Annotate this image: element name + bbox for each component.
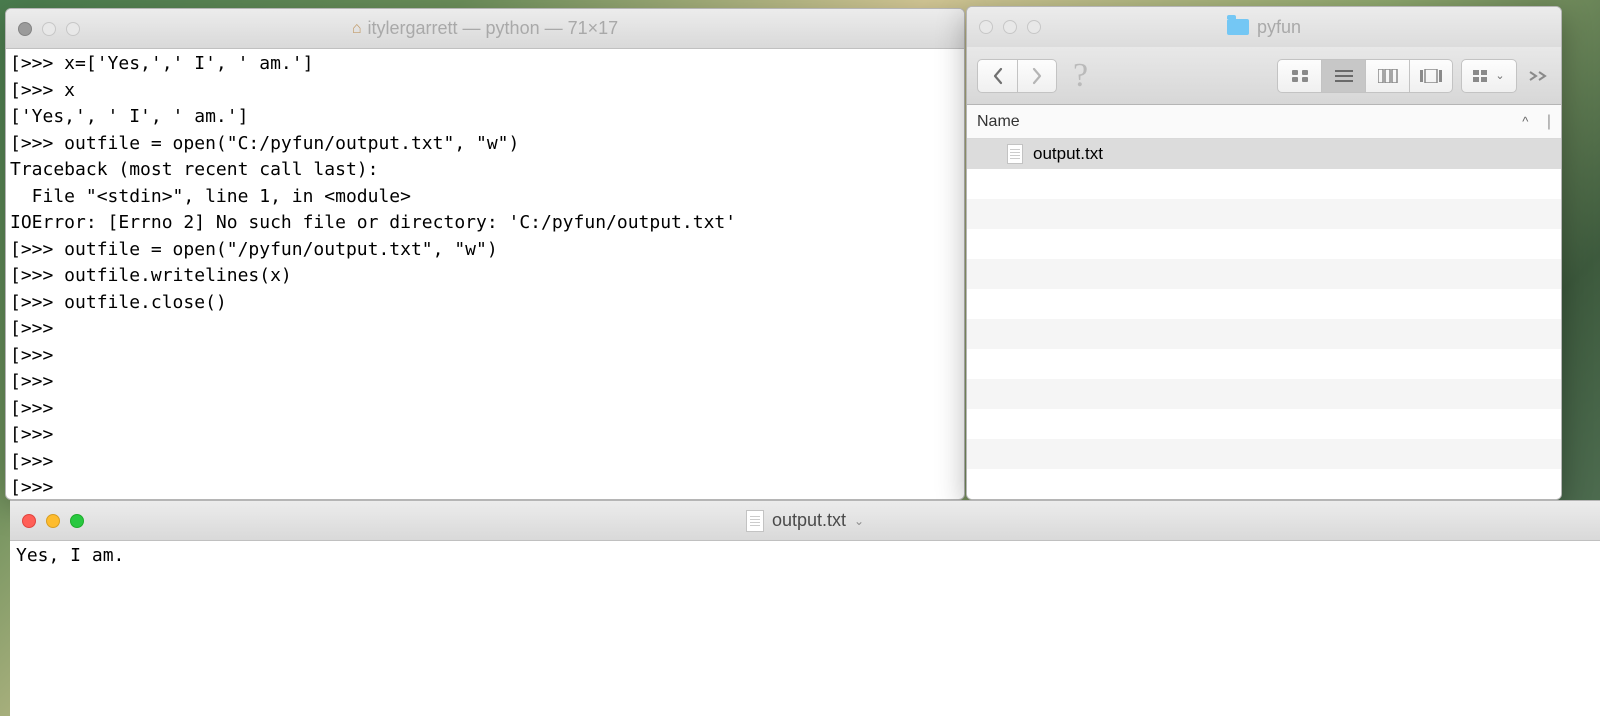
empty-row <box>967 199 1561 229</box>
traffic-lights <box>22 514 84 528</box>
document-icon <box>746 510 764 532</box>
sort-indicator: ^ | <box>1522 113 1551 131</box>
finder-title-text: pyfun <box>1257 17 1301 38</box>
empty-row <box>967 289 1561 319</box>
terminal-window: ⌂ itylergarrett — python — 71×17 [>>> x=… <box>5 8 965 500</box>
empty-row <box>967 409 1561 439</box>
traffic-lights <box>979 20 1041 34</box>
document-icon <box>1007 144 1023 164</box>
minimize-button[interactable] <box>42 22 56 36</box>
textedit-content: Yes, I am. <box>16 545 124 566</box>
zoom-button[interactable] <box>1027 20 1041 34</box>
close-button[interactable] <box>979 20 993 34</box>
nav-group <box>977 59 1057 93</box>
terminal-body[interactable]: [>>> x=['Yes,',' I', ' am.'] [>>> x ['Ye… <box>6 49 964 499</box>
textedit-body[interactable]: Yes, I am. <box>10 541 1600 716</box>
minimize-button[interactable] <box>46 514 60 528</box>
name-column-label: Name <box>977 113 1020 131</box>
empty-row <box>967 229 1561 259</box>
zoom-button[interactable] <box>66 22 80 36</box>
zoom-button[interactable] <box>70 514 84 528</box>
finder-toolbar: ? ⌄ <box>967 47 1561 105</box>
empty-row <box>967 379 1561 409</box>
list-view-button[interactable] <box>1321 59 1365 93</box>
traffic-lights <box>18 22 80 36</box>
folder-icon <box>1227 19 1249 35</box>
view-mode-group <box>1277 59 1453 93</box>
icon-view-button[interactable] <box>1277 59 1321 93</box>
terminal-title-text: itylergarrett — python — 71×17 <box>368 18 619 39</box>
forward-button[interactable] <box>1017 59 1057 93</box>
textedit-window: output.txt ⌄ Yes, I am. <box>10 500 1600 716</box>
finder-titlebar[interactable]: pyfun <box>967 7 1561 47</box>
column-view-button[interactable] <box>1365 59 1409 93</box>
back-button[interactable] <box>977 59 1017 93</box>
textedit-title: output.txt ⌄ <box>10 510 1600 532</box>
close-button[interactable] <box>18 22 32 36</box>
file-name: output.txt <box>1033 144 1103 164</box>
minimize-button[interactable] <box>1003 20 1017 34</box>
empty-row <box>967 169 1561 199</box>
textedit-titlebar[interactable]: output.txt ⌄ <box>10 501 1600 541</box>
finder-title: pyfun <box>967 17 1561 38</box>
arrange-button[interactable]: ⌄ <box>1461 59 1517 93</box>
terminal-title: ⌂ itylergarrett — python — 71×17 <box>6 18 964 39</box>
empty-row <box>967 349 1561 379</box>
finder-file-list[interactable]: output.txt <box>967 139 1561 499</box>
help-icon[interactable]: ? <box>1073 57 1088 95</box>
empty-row <box>967 259 1561 289</box>
finder-window: pyfun ? <box>966 6 1562 500</box>
terminal-titlebar[interactable]: ⌂ itylergarrett — python — 71×17 <box>6 9 964 49</box>
gallery-view-button[interactable] <box>1409 59 1453 93</box>
more-button[interactable] <box>1525 59 1551 93</box>
empty-row <box>967 439 1561 469</box>
chevron-down-icon[interactable]: ⌄ <box>854 514 864 528</box>
home-icon: ⌂ <box>352 20 362 38</box>
textedit-title-text: output.txt <box>772 510 846 531</box>
close-button[interactable] <box>22 514 36 528</box>
empty-row <box>967 319 1561 349</box>
file-row[interactable]: output.txt <box>967 139 1561 169</box>
finder-column-header[interactable]: Name ^ | <box>967 105 1561 139</box>
